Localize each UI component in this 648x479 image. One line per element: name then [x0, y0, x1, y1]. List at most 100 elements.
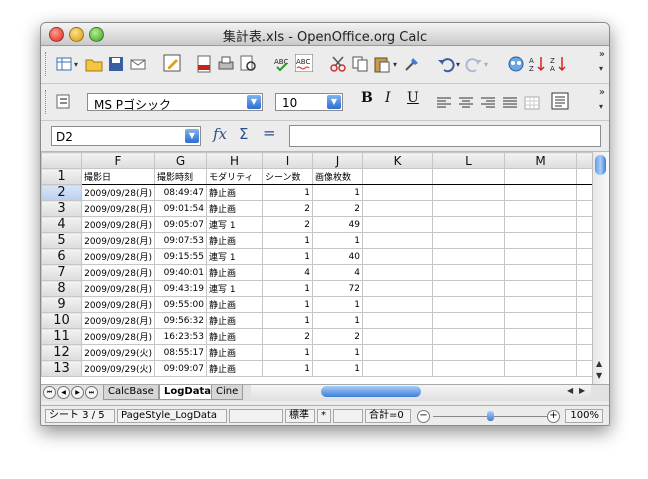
- table-cell[interactable]: 1: [312, 296, 363, 313]
- table-cell[interactable]: [504, 280, 577, 297]
- tab-logdata[interactable]: LogData: [159, 385, 216, 400]
- table-cell[interactable]: [432, 184, 505, 201]
- spellcheck-icon[interactable]: ABC: [273, 55, 291, 73]
- redo-dropdown-icon[interactable]: ▾: [484, 60, 488, 69]
- row-header[interactable]: 9: [41, 296, 82, 313]
- table-cell[interactable]: [504, 264, 577, 281]
- function-wizard-icon[interactable]: fx: [213, 125, 227, 143]
- copy-icon[interactable]: [351, 55, 369, 73]
- table-cell[interactable]: 16:23:53: [154, 328, 207, 345]
- table-cell[interactable]: 2: [262, 216, 313, 233]
- table-cell[interactable]: 2: [262, 328, 313, 345]
- table-cell[interactable]: [432, 328, 505, 345]
- first-sheet-icon[interactable]: ⏮: [43, 386, 56, 399]
- table-cell[interactable]: 1: [262, 296, 313, 313]
- column-header-h[interactable]: H: [206, 152, 263, 169]
- table-cell[interactable]: [432, 344, 505, 361]
- table-cell[interactable]: [504, 344, 577, 361]
- table-cell[interactable]: 2009/09/28(月): [81, 328, 155, 345]
- zoom-in-icon[interactable]: +: [547, 410, 560, 423]
- vertical-scrollbar[interactable]: ▲ ▼: [592, 152, 609, 384]
- column-header-m[interactable]: M: [504, 152, 577, 169]
- page-style[interactable]: PageStyle_LogData: [117, 409, 227, 423]
- horizontal-scroll-thumb[interactable]: [321, 386, 421, 397]
- table-cell[interactable]: 08:55:17: [154, 344, 207, 361]
- row-header[interactable]: 6: [41, 248, 82, 265]
- table-cell[interactable]: [432, 312, 505, 329]
- table-cell[interactable]: 静止画: [206, 232, 263, 249]
- column-header-g[interactable]: G: [154, 152, 207, 169]
- sum-icon[interactable]: Σ: [239, 125, 248, 143]
- table-cell[interactable]: [362, 168, 433, 185]
- table-cell[interactable]: 2009/09/28(月): [81, 264, 155, 281]
- navigator-icon[interactable]: [507, 55, 525, 73]
- bold-button[interactable]: B: [361, 90, 373, 106]
- row-header[interactable]: 3: [41, 200, 82, 217]
- table-cell[interactable]: [432, 360, 505, 377]
- column-header-l[interactable]: L: [432, 152, 505, 169]
- table-cell[interactable]: 09:07:53: [154, 232, 207, 249]
- table-cell[interactable]: 2009/09/28(月): [81, 216, 155, 233]
- table-cell[interactable]: 静止画: [206, 312, 263, 329]
- new-document-icon[interactable]: [55, 55, 73, 73]
- scroll-up-icon[interactable]: ▲: [596, 359, 602, 368]
- column-header-k[interactable]: K: [362, 152, 433, 169]
- export-pdf-icon[interactable]: [195, 55, 213, 73]
- open-folder-icon[interactable]: [85, 55, 103, 73]
- new-dropdown-icon[interactable]: ▾: [74, 60, 78, 69]
- table-cell[interactable]: 2: [312, 328, 363, 345]
- row-header[interactable]: 5: [41, 232, 82, 249]
- zoom-slider-knob[interactable]: [487, 411, 494, 421]
- scroll-right-icon[interactable]: ▶: [579, 386, 585, 395]
- horizontal-scrollbar[interactable]: ◀ ▶: [251, 385, 591, 399]
- column-header-f[interactable]: F: [81, 152, 155, 169]
- row-header[interactable]: 13: [41, 360, 82, 377]
- table-cell[interactable]: [504, 328, 577, 345]
- zoom-level[interactable]: 100%: [565, 409, 603, 423]
- table-cell[interactable]: 1: [312, 312, 363, 329]
- table-cell[interactable]: 撮影時刻: [154, 168, 207, 185]
- table-cell[interactable]: [432, 280, 505, 297]
- table-cell[interactable]: 4: [312, 264, 363, 281]
- table-cell[interactable]: 静止画: [206, 344, 263, 361]
- column-header-j[interactable]: J: [312, 152, 363, 169]
- table-cell[interactable]: [504, 216, 577, 233]
- table-cell[interactable]: 撮影日: [81, 168, 155, 185]
- formula-input[interactable]: [289, 125, 601, 147]
- select-all-corner[interactable]: [41, 152, 82, 169]
- toolbar-grip[interactable]: [45, 90, 49, 114]
- undo-dropdown-icon[interactable]: ▾: [456, 60, 460, 69]
- scroll-left-icon[interactable]: ◀: [567, 386, 573, 395]
- table-cell[interactable]: 2009/09/28(月): [81, 312, 155, 329]
- table-cell[interactable]: [432, 168, 505, 185]
- spreadsheet-grid[interactable]: F G H I J K L M 1 撮影日 撮影時刻 モダリティ シーン数 画像…: [41, 152, 609, 384]
- table-cell[interactable]: 09:01:54: [154, 200, 207, 217]
- table-cell[interactable]: [362, 232, 433, 249]
- scroll-down-icon[interactable]: ▼: [596, 371, 602, 380]
- tab-calcbase[interactable]: CalcBase: [103, 385, 159, 400]
- paste-dropdown-icon[interactable]: ▾: [393, 60, 397, 69]
- row-header[interactable]: 12: [41, 344, 82, 361]
- print-icon[interactable]: [217, 55, 235, 73]
- cell-table[interactable]: F G H I J K L M 1 撮影日 撮影時刻 モダリティ シーン数 画像…: [41, 152, 607, 377]
- clone-formatting-icon[interactable]: [403, 55, 421, 73]
- table-cell[interactable]: 静止画: [206, 184, 263, 201]
- table-cell[interactable]: [432, 200, 505, 217]
- table-cell[interactable]: 連写 1: [206, 248, 263, 265]
- table-cell[interactable]: 2009/09/29(火): [81, 344, 155, 361]
- table-cell[interactable]: 09:56:32: [154, 312, 207, 329]
- edit-file-icon[interactable]: [163, 54, 181, 72]
- print-preview-icon[interactable]: [239, 55, 257, 73]
- table-cell[interactable]: 1: [312, 344, 363, 361]
- sort-ascending-icon[interactable]: AZ: [528, 55, 546, 73]
- table-cell[interactable]: 連写 1: [206, 280, 263, 297]
- table-cell[interactable]: 1: [262, 344, 313, 361]
- table-cell[interactable]: [504, 248, 577, 265]
- table-cell[interactable]: [362, 248, 433, 265]
- table-cell[interactable]: [432, 296, 505, 313]
- table-cell[interactable]: [362, 200, 433, 217]
- italic-button[interactable]: I: [385, 90, 391, 106]
- align-right-icon[interactable]: [479, 94, 497, 112]
- table-cell[interactable]: [504, 296, 577, 313]
- sort-descending-icon[interactable]: ZA: [549, 55, 567, 73]
